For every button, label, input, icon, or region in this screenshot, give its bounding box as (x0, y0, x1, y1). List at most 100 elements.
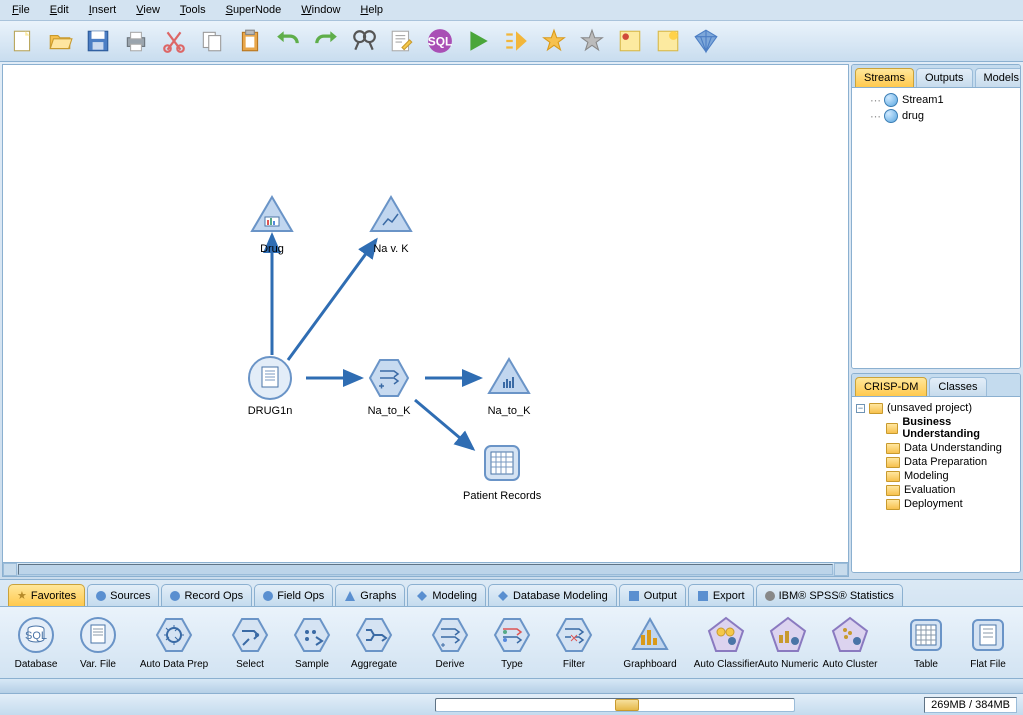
palette-node[interactable]: Select (226, 615, 274, 670)
streams-tree[interactable]: ⋯Stream1 ⋯drug (852, 88, 1020, 368)
phase-item[interactable]: Data Understanding (856, 441, 1016, 455)
pin-icon[interactable] (614, 25, 646, 57)
palette-node[interactable]: Filter (550, 615, 598, 670)
menu-edit[interactable]: Edit (42, 2, 77, 18)
canvas-container: Drug Na v. K DRUG1n Na_to_K Na_to_K Pati (2, 64, 849, 577)
tab-streams[interactable]: Streams (855, 68, 914, 87)
palette-node[interactable]: Auto Cluster (826, 615, 874, 670)
palette-label: Var. File (80, 659, 116, 670)
ptab-label: Output (644, 590, 677, 602)
palette-label: Auto Cluster (822, 659, 877, 670)
palette-node[interactable]: Auto Classifier (702, 615, 750, 670)
run-icon[interactable] (462, 25, 494, 57)
sql-icon[interactable]: SQL (424, 25, 456, 57)
cut-icon[interactable] (158, 25, 190, 57)
status-slider[interactable] (435, 698, 795, 712)
gem-icon[interactable] (690, 25, 722, 57)
palette-node[interactable]: SQLDatabase (12, 615, 60, 670)
palette-node[interactable]: Graphboard (626, 615, 674, 670)
paste-icon[interactable] (234, 25, 266, 57)
ptab-fieldops[interactable]: Field Ops (254, 584, 333, 606)
node-drug1n-source[interactable]: DRUG1n (247, 355, 293, 417)
open-folder-icon[interactable] (44, 25, 76, 57)
tab-outputs[interactable]: Outputs (916, 68, 973, 87)
palette-label: Auto Classifier (694, 659, 758, 670)
palette-node[interactable]: Sample (288, 615, 336, 670)
node-shape-icon (292, 615, 332, 655)
folder-icon (886, 457, 900, 468)
note-icon[interactable] (652, 25, 684, 57)
node-shape-icon (554, 615, 594, 655)
palette-node[interactable]: Auto Data Prep (150, 615, 198, 670)
tab-crispdm[interactable]: CRISP-DM (855, 377, 927, 396)
node-shape-icon (78, 615, 118, 655)
crispdm-tree[interactable]: −(unsaved project) Business Understandin… (852, 397, 1020, 572)
phase-item[interactable]: Evaluation (856, 483, 1016, 497)
palette-node[interactable]: Type (488, 615, 536, 670)
ptab-label: Record Ops (184, 590, 243, 602)
ptab-modeling[interactable]: Modeling (407, 584, 486, 606)
save-icon[interactable] (82, 25, 114, 57)
managers-panel: Streams Outputs Models ⋯Stream1 ⋯drug CR… (851, 64, 1021, 577)
palette-node[interactable]: Auto Numeric (764, 615, 812, 670)
favorite-star-icon[interactable] (538, 25, 570, 57)
star-icon[interactable] (576, 25, 608, 57)
connector[interactable] (288, 240, 376, 360)
ptab-spss[interactable]: IBM® SPSS® Statistics (756, 584, 903, 606)
edit-note-icon[interactable] (386, 25, 418, 57)
node-shape-icon (430, 615, 470, 655)
palette-panel: ★Favorites Sources Record Ops Field Ops … (0, 579, 1023, 693)
tab-models[interactable]: Models (975, 68, 1022, 87)
menu-supernode[interactable]: SuperNode (218, 2, 290, 18)
palette-node[interactable]: Table (902, 615, 950, 670)
stream-item[interactable]: ⋯drug (856, 108, 1016, 124)
phase-label: Business Understanding (902, 416, 1014, 440)
palette-hscroll[interactable] (0, 679, 1023, 693)
palette-node[interactable]: Derive (426, 615, 474, 670)
ptab-favorites[interactable]: ★Favorites (8, 584, 85, 606)
menu-window[interactable]: Window (293, 2, 348, 18)
phase-item[interactable]: Data Preparation (856, 455, 1016, 469)
palette-node[interactable]: Var. File (74, 615, 122, 670)
menu-file[interactable]: File (4, 2, 38, 18)
phase-label: Deployment (904, 498, 963, 510)
copy-icon[interactable] (196, 25, 228, 57)
menu-insert[interactable]: Insert (81, 2, 125, 18)
node-navk-graph[interactable]: Na v. K (368, 193, 414, 255)
ptab-recordops[interactable]: Record Ops (161, 584, 252, 606)
menu-help[interactable]: Help (352, 2, 391, 18)
ptab-sources[interactable]: Sources (87, 584, 159, 606)
menu-view[interactable]: View (128, 2, 168, 18)
canvas-hscroll[interactable] (3, 562, 848, 576)
main-toolbar: SQL (0, 21, 1023, 62)
node-natok-derive[interactable]: Na_to_K (366, 355, 412, 417)
stream-canvas[interactable]: Drug Na v. K DRUG1n Na_to_K Na_to_K Pati (3, 65, 848, 562)
phase-item[interactable]: Modeling (856, 469, 1016, 483)
project-root[interactable]: −(unsaved project) (856, 401, 1016, 415)
phase-item[interactable]: Deployment (856, 497, 1016, 511)
palette-node[interactable]: Aggregate (350, 615, 398, 670)
node-drug-graph[interactable]: Drug (249, 193, 295, 255)
ptab-export[interactable]: Export (688, 584, 754, 606)
ptab-output[interactable]: Output (619, 584, 686, 606)
collapse-icon[interactable]: − (856, 404, 865, 413)
node-natok-graph[interactable]: Na_to_K (486, 355, 532, 417)
node-patient-records[interactable]: Patient Records (463, 440, 541, 502)
ptab-graphs[interactable]: Graphs (335, 584, 405, 606)
palette-items: SQLDatabase Var. File Auto Data Prep Select… (0, 607, 1023, 679)
new-file-icon[interactable] (6, 25, 38, 57)
run-selection-icon[interactable] (500, 25, 532, 57)
tab-classes[interactable]: Classes (929, 377, 986, 396)
stream-item[interactable]: ⋯Stream1 (856, 92, 1016, 108)
palette-node[interactable]: Flat File (964, 615, 1012, 670)
palette-label: Database (15, 659, 58, 670)
redo-icon[interactable] (310, 25, 342, 57)
slider-handle[interactable] (615, 699, 639, 711)
find-icon[interactable] (348, 25, 380, 57)
menu-tools[interactable]: Tools (172, 2, 214, 18)
ptab-dbmodeling[interactable]: Database Modeling (488, 584, 617, 606)
project-tabs: CRISP-DM Classes (852, 374, 1020, 397)
phase-item[interactable]: Business Understanding (856, 415, 1016, 441)
print-icon[interactable] (120, 25, 152, 57)
undo-icon[interactable] (272, 25, 304, 57)
